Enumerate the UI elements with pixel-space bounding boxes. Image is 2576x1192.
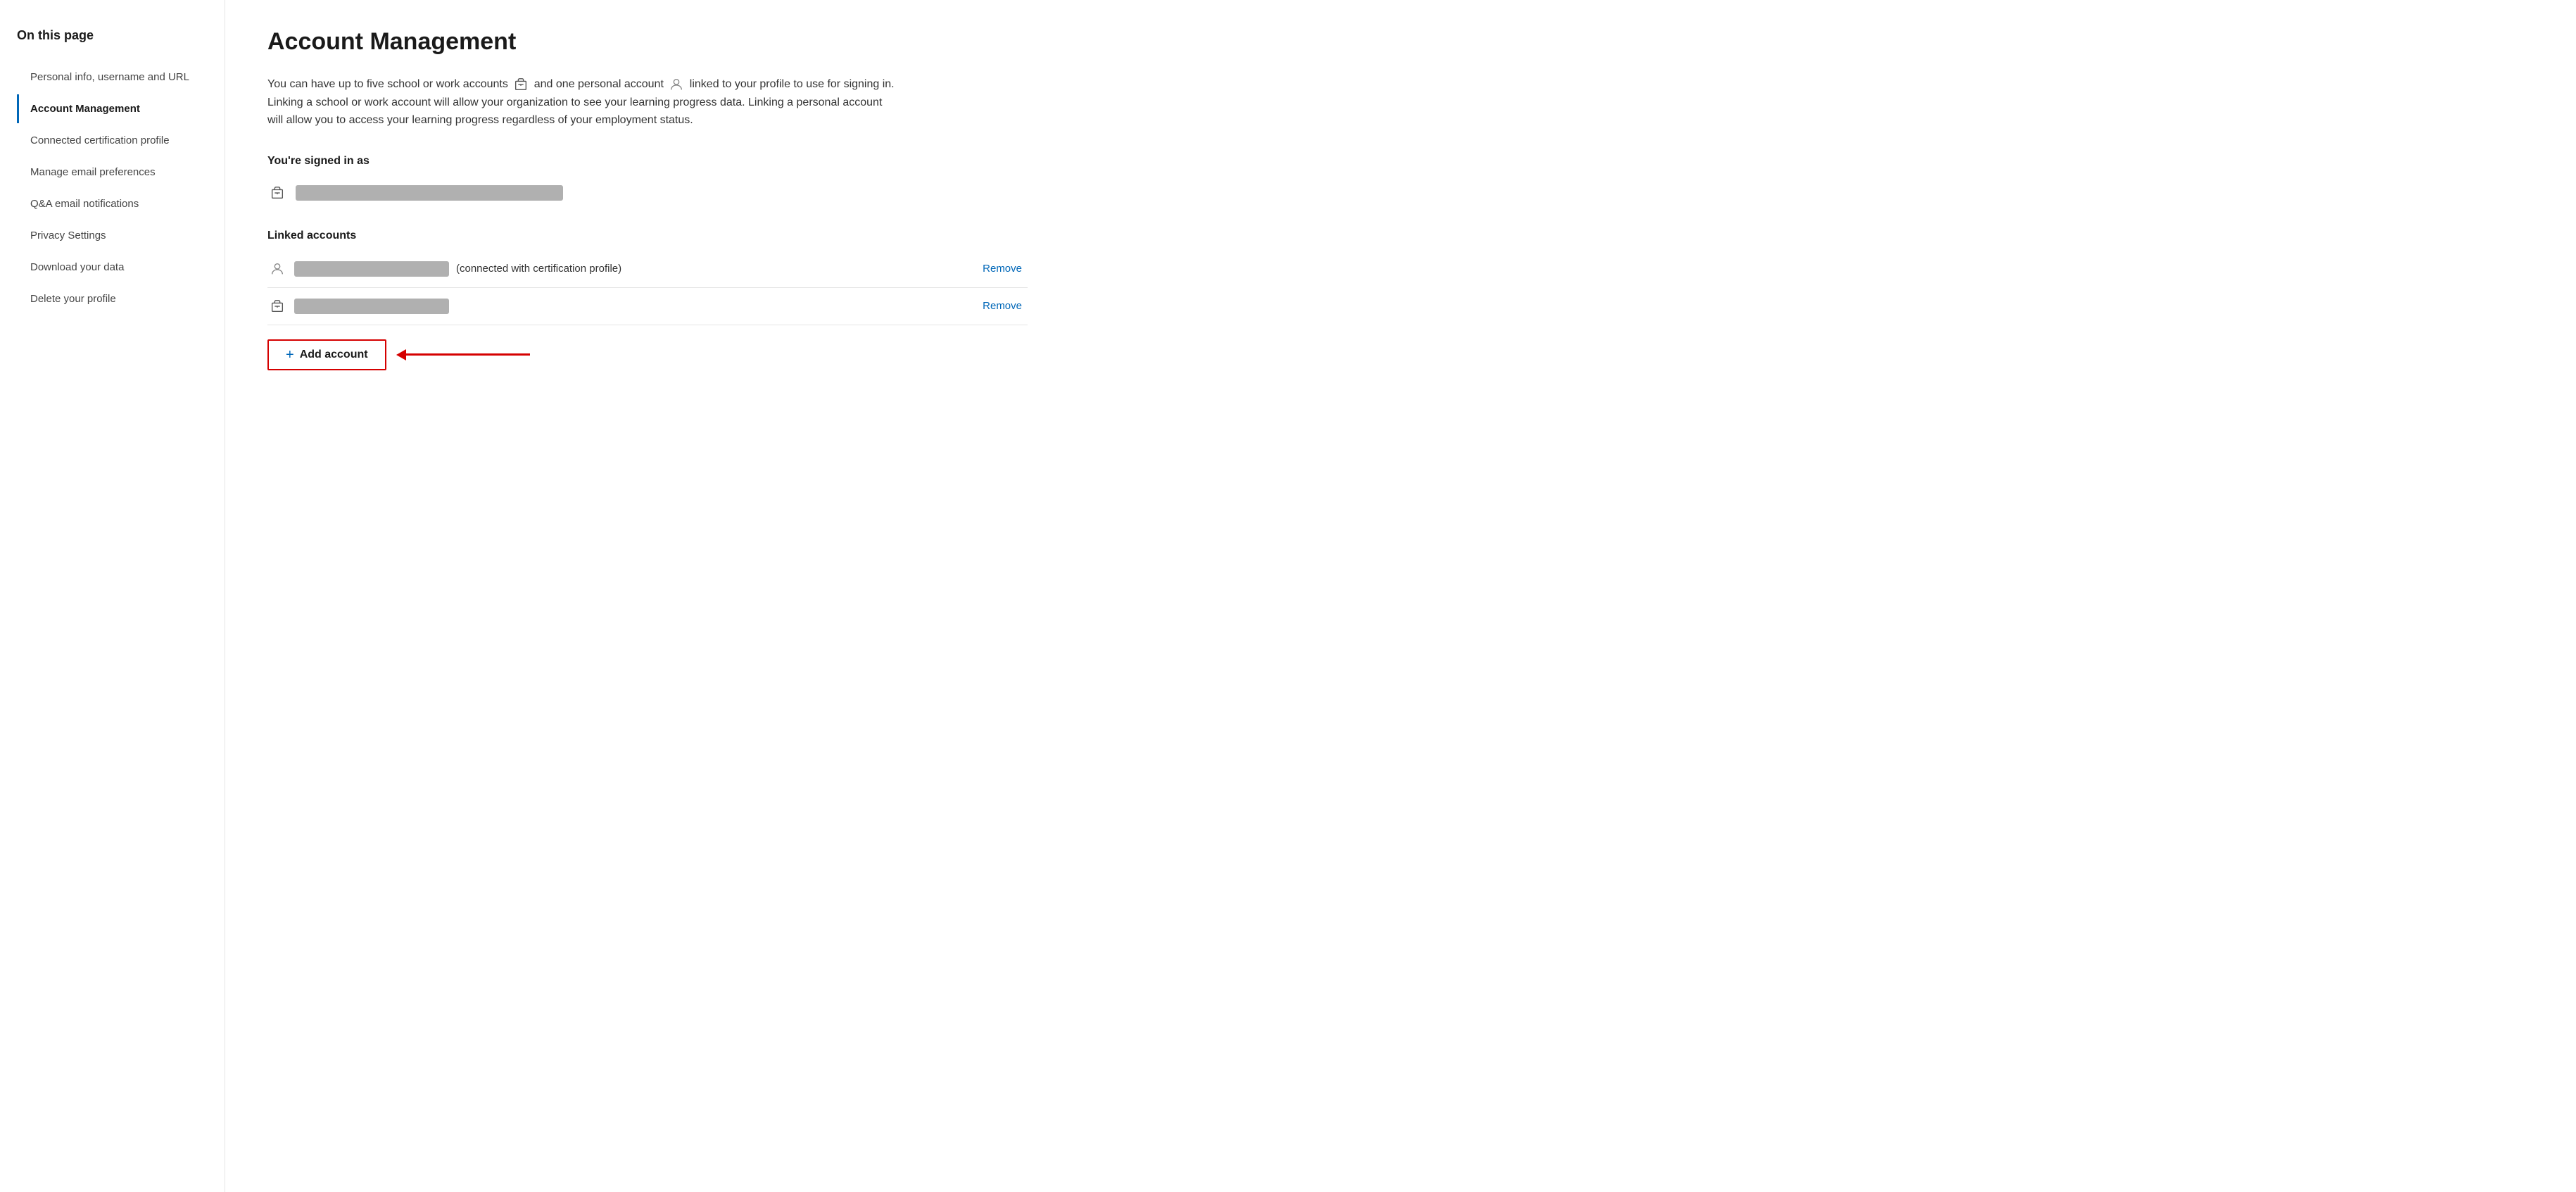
arrow-annotation (403, 353, 530, 356)
linked-accounts-section: Linked accounts (connected with certific… (267, 230, 1028, 325)
sidebar-item-personal-info[interactable]: Personal info, username and URL (17, 63, 225, 92)
sidebar-item-privacy-settings[interactable]: Privacy Settings (17, 221, 225, 250)
work-email-redacted (294, 299, 449, 314)
sidebar-nav: Personal info, username and URL Account … (17, 63, 225, 313)
sidebar-item-manage-email[interactable]: Manage email preferences (17, 158, 225, 187)
page-title: Account Management (267, 28, 1028, 56)
remove-work-button[interactable]: Remove (977, 299, 1028, 313)
sidebar-item-account-management[interactable]: Account Management (17, 94, 225, 123)
personal-icon (267, 259, 287, 279)
main-content: Account Management You can have up to fi… (225, 0, 1070, 1192)
cert-connected-text: (connected with certification profile) (456, 263, 621, 275)
linked-account-work-content (267, 296, 968, 316)
sidebar-title: On this page (17, 28, 225, 43)
plus-icon: + (286, 348, 294, 362)
description-text: You can have up to five school or work a… (267, 75, 901, 130)
work-icon-linked (267, 296, 287, 316)
linked-account-row-personal: (connected with certification profile) R… (267, 251, 1028, 288)
signed-in-work-icon (267, 183, 287, 203)
sidebar-item-connected-certification[interactable]: Connected certification profile (17, 126, 225, 155)
linked-accounts-label: Linked accounts (267, 230, 1028, 242)
sidebar: On this page Personal info, username and… (0, 0, 225, 1192)
add-account-section: + Add account (267, 339, 1028, 370)
work-account-icon (513, 77, 529, 92)
linked-account-personal-content: (connected with certification profile) (267, 259, 968, 279)
sidebar-item-download-data[interactable]: Download your data (17, 253, 225, 282)
remove-personal-button[interactable]: Remove (977, 261, 1028, 276)
personal-account-icon (669, 77, 684, 92)
signed-in-email-redacted (296, 185, 563, 201)
signed-in-row (267, 176, 1028, 210)
sidebar-item-qa-email[interactable]: Q&A email notifications (17, 189, 225, 218)
sidebar-item-delete-profile[interactable]: Delete your profile (17, 284, 225, 313)
arrow-line (403, 353, 530, 356)
signed-in-label: You're signed in as (267, 155, 1028, 168)
add-account-button[interactable]: + Add account (267, 339, 386, 370)
linked-account-row-work: Remove (267, 288, 1028, 325)
personal-email-redacted (294, 261, 449, 277)
